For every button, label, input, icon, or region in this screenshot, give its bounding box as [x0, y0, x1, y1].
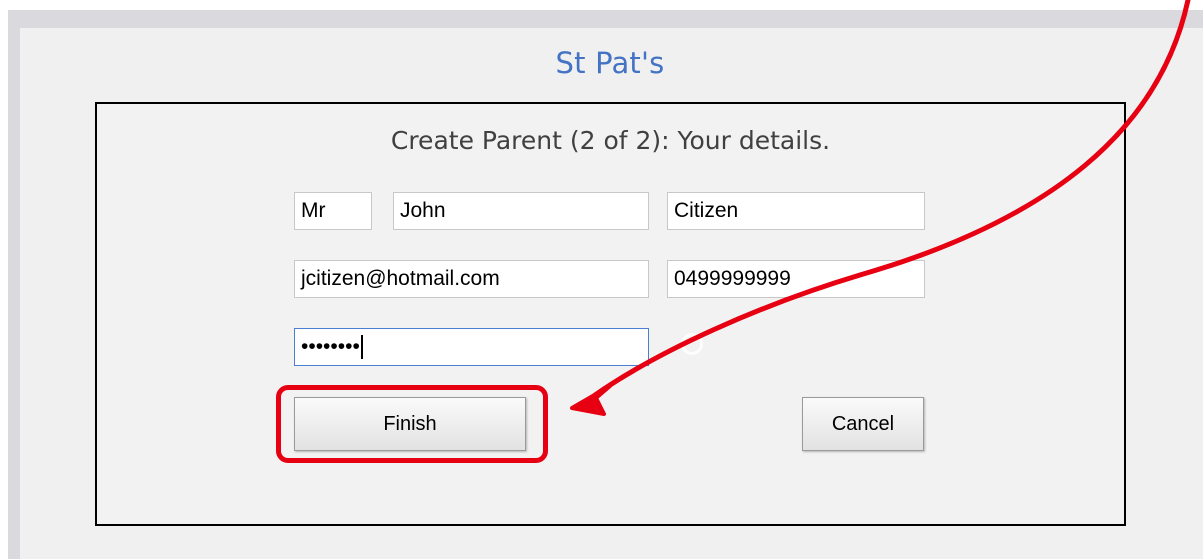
- form-panel: [95, 102, 1126, 526]
- show-password-icon[interactable]: [681, 333, 703, 355]
- password-field[interactable]: ••••••••: [294, 328, 649, 366]
- app-title: St Pat's: [555, 46, 665, 80]
- title-field[interactable]: Mr: [294, 192, 372, 230]
- phone-field[interactable]: 0499999999: [667, 260, 925, 298]
- page: St Pat's Create Parent (2 of 2): Your de…: [0, 0, 1203, 559]
- cancel-button[interactable]: Cancel: [802, 397, 924, 451]
- email-field[interactable]: jcitizen@hotmail.com: [294, 260, 649, 298]
- text-caret: [360, 335, 363, 360]
- password-value: ••••••••: [301, 335, 360, 358]
- form-heading: Create Parent (2 of 2): Your details.: [390, 126, 831, 155]
- last-name-field[interactable]: Citizen: [667, 192, 925, 230]
- annotation-highlight-box: [276, 385, 548, 463]
- first-name-field[interactable]: John: [393, 192, 649, 230]
